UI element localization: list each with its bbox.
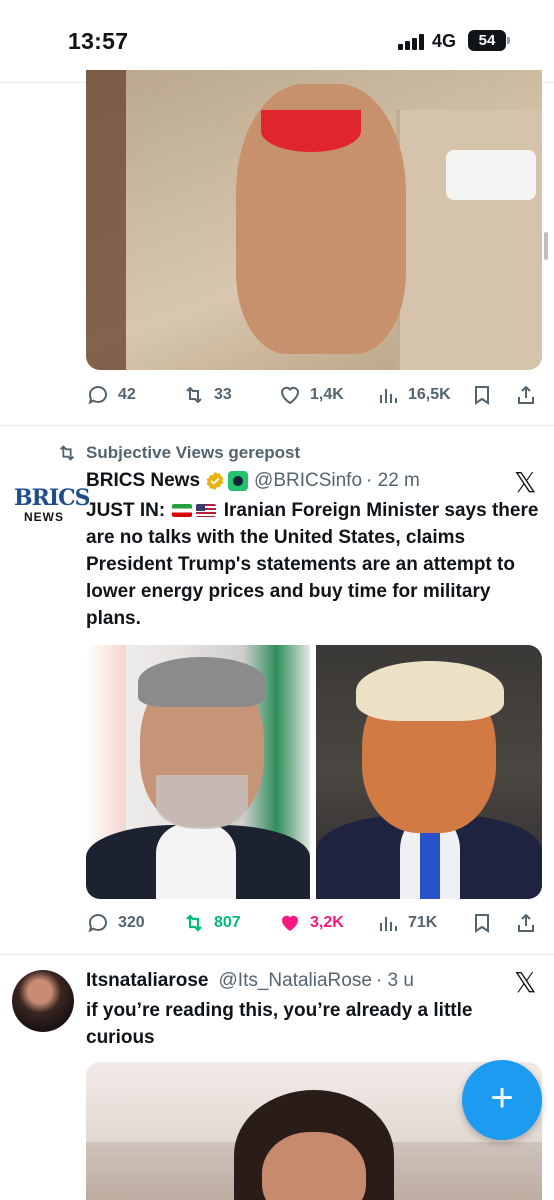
reply-count: 42: [118, 386, 136, 403]
battery-tip: [507, 37, 510, 44]
affiliate-badge-icon: [228, 471, 249, 491]
views-icon: [380, 917, 397, 931]
tweet-image-right[interactable]: [316, 645, 542, 899]
share-button[interactable]: [514, 908, 546, 938]
status-time: 13:57: [68, 28, 129, 54]
reply-icon: [88, 386, 107, 405]
views-count: 71K: [408, 914, 438, 931]
iran-flag-icon: [172, 504, 193, 518]
image-door-frame: [86, 70, 126, 370]
avatar-brics-text: BRICS: [14, 485, 91, 511]
bookmark-button[interactable]: [470, 380, 502, 410]
bookmark-icon: [475, 386, 489, 405]
views-button[interactable]: 16,5K: [376, 380, 451, 410]
tweet-actions: 320 807 3,2K 71K: [86, 908, 546, 938]
divider: [0, 425, 554, 426]
tweet-time: · 22 m: [366, 470, 420, 491]
like-count: 3,2K: [310, 914, 344, 931]
network-type: 4G: [432, 31, 457, 51]
x-logo-icon: 𝕏: [514, 466, 537, 499]
tweet-image[interactable]: [86, 70, 542, 370]
compose-button[interactable]: +: [462, 1060, 542, 1140]
avatar-news-text: NEWS: [24, 510, 64, 524]
tweet-text: if you’re reading this, you’re already a…: [86, 1000, 473, 1048]
tweet-header: Itsnataliarose @Its_NataliaRose · 3 u: [86, 970, 414, 992]
like-count: 1,4K: [310, 386, 344, 403]
image-swimwear: [261, 110, 361, 152]
repost-label: Subjective Views gerepost: [86, 443, 301, 462]
reply-icon: [88, 914, 107, 933]
image-hair-right: [356, 661, 504, 721]
repost-icon: [186, 386, 202, 404]
image-hair-left: [138, 657, 266, 707]
tweet-actions: 42 33 1,4K 16,5K: [86, 380, 546, 410]
heart-icon: [280, 386, 300, 405]
avatar[interactable]: BRICS NEWS: [14, 485, 91, 530]
views-button[interactable]: 71K: [376, 908, 437, 938]
share-icon: [518, 913, 534, 932]
x-logo-icon: 𝕏: [514, 966, 537, 999]
us-flag-icon: [196, 504, 217, 518]
scrollbar-thumb[interactable]: [544, 232, 548, 260]
share-button[interactable]: [514, 380, 546, 410]
battery-icon: 54: [468, 30, 506, 51]
author-handle[interactable]: @BRICSinfo: [254, 470, 362, 492]
repost-icon: [186, 914, 202, 932]
reply-count: 320: [118, 914, 145, 931]
image-beard: [156, 775, 248, 829]
divider: [0, 954, 554, 955]
tweet-time: · 3 u: [375, 970, 414, 991]
tweet-text: JUST IN: Iranian Foreign Minister says t…: [86, 497, 542, 632]
author-handle[interactable]: @Its_NataliaRose: [219, 970, 372, 992]
repost-icon: [59, 445, 75, 461]
like-button[interactable]: 1,4K: [278, 380, 344, 410]
views-count: 16,5K: [408, 386, 451, 403]
views-icon: [380, 389, 397, 403]
share-icon: [518, 385, 534, 404]
plus-icon: +: [490, 1076, 514, 1120]
like-button[interactable]: 3,2K: [278, 908, 344, 938]
tweet-image-left[interactable]: [86, 645, 310, 899]
image-face: [262, 1132, 366, 1200]
repost-count: 33: [214, 386, 232, 403]
repost-count: 807: [214, 914, 241, 931]
bookmark-button[interactable]: [470, 908, 502, 938]
avatar[interactable]: [12, 970, 74, 1032]
image-vanity: [396, 110, 542, 370]
author-name[interactable]: BRICS News: [86, 470, 200, 492]
author-name[interactable]: Itsnataliarose: [86, 970, 209, 992]
reply-button[interactable]: 320: [86, 908, 145, 938]
bookmark-icon: [475, 914, 489, 933]
reply-button[interactable]: 42: [86, 380, 136, 410]
repost-button[interactable]: 33: [182, 380, 232, 410]
image-tie: [420, 823, 440, 899]
repost-indicator[interactable]: Subjective Views gerepost: [56, 442, 300, 464]
verified-badge-icon: [206, 471, 224, 491]
tweet-header: BRICS News @BRICSinfo · 22 m: [86, 470, 420, 492]
repost-button[interactable]: 807: [182, 908, 241, 938]
signal-icon: [398, 34, 426, 50]
image-collar: [156, 823, 236, 899]
tweet-text-lead: JUST IN:: [86, 500, 166, 521]
heart-filled-icon: [282, 915, 298, 931]
image-sink: [446, 150, 536, 200]
